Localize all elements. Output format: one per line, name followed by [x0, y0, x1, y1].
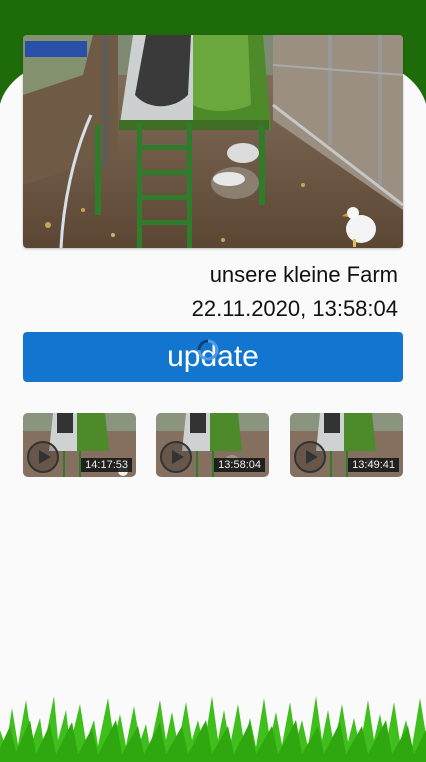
video-thumbnail[interactable]: 13:49:41 [290, 413, 403, 477]
loading-spinner-icon [197, 339, 219, 361]
video-thumbnail[interactable]: 14:17:53 [23, 413, 136, 477]
farm-name: unsere kleine Farm [209, 262, 398, 287]
video-time: 13:49:41 [348, 458, 399, 472]
camera-caption: unsere kleine Farm 22.11.2020, 13:58:04 [192, 258, 398, 326]
play-circle-icon [27, 441, 59, 473]
video-time: 14:17:53 [81, 458, 132, 472]
video-time: 13:58:04 [214, 458, 265, 472]
video-list: 14:17:53 13:58:04 13:49:41 [23, 413, 403, 477]
snapshot-timestamp: 22.11.2020, 13:58:04 [191, 296, 398, 321]
video-thumbnail[interactable]: 13:58:04 [156, 413, 269, 477]
camera-image[interactable] [23, 35, 403, 248]
grass-decoration [0, 696, 426, 762]
play-circle-icon [294, 441, 326, 473]
play-circle-icon [160, 441, 192, 473]
